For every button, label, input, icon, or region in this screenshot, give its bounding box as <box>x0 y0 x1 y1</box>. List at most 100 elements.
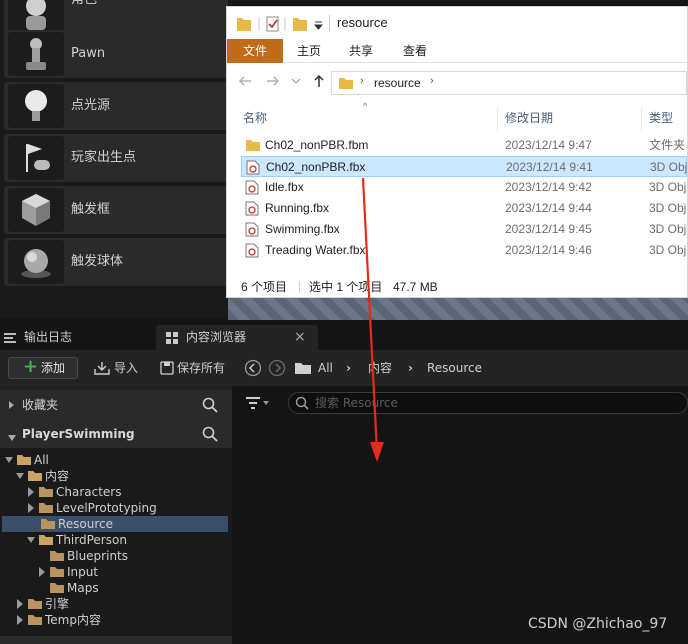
file-explorer-window: resource 文件 主页 共享 查看 › resource › ^ 名称 修… <box>226 6 688 298</box>
column-header-name[interactable]: 名称 <box>243 105 267 131</box>
tree-item[interactable]: 内容 <box>0 468 232 484</box>
tree-item-label: Maps <box>67 581 99 595</box>
filter-icon[interactable] <box>246 396 270 413</box>
explorer-address-row: › resource › <box>227 63 687 103</box>
content-browser-toolbar: + 添加 导入 保存所有 All › 内容 › Resource <box>0 350 688 386</box>
fbx-file-icon <box>245 222 259 240</box>
search-icon[interactable] <box>202 426 218 445</box>
tree-item[interactable]: Maps <box>0 580 232 596</box>
tree-item[interactable]: 引擎 <box>0 596 232 612</box>
status-bar: 6 个项目 选中 1 个项目 47.7 MB <box>227 275 687 299</box>
tab-content-browser[interactable]: 内容浏览器 × <box>156 325 318 350</box>
window-title: resource <box>337 15 388 30</box>
address-bar[interactable]: › resource › <box>331 71 687 95</box>
save-icon <box>160 361 174 378</box>
column-header-type[interactable]: 类型 <box>649 105 673 131</box>
up-arrow-icon[interactable] <box>311 73 327 92</box>
chevron-right-icon[interactable] <box>15 612 25 632</box>
tree-item[interactable]: LevelPrototyping <box>0 500 232 516</box>
ribbon-tab-view[interactable]: 查看 <box>391 39 439 63</box>
back-arrow-icon[interactable] <box>237 73 253 92</box>
file-date: 2023/12/14 9:41 <box>506 160 593 174</box>
log-icon <box>4 333 16 343</box>
tree-item-label: 内容 <box>45 469 70 483</box>
tab-output-log[interactable]: 输出日志 <box>0 325 152 350</box>
file-row[interactable]: Ch02_nonPBR.fbx 2023/12/14 9:41 3D Obj <box>241 156 687 177</box>
place-item-trigger-sphere[interactable]: 触发球体 <box>4 238 228 286</box>
forward-arrow-icon[interactable] <box>265 73 281 92</box>
tree-item[interactable]: Temp内容 <box>0 612 232 628</box>
tree-item[interactable]: Input <box>0 564 232 580</box>
place-item-trigger-box[interactable]: 触发框 <box>4 186 228 234</box>
collections-header[interactable] <box>0 636 232 644</box>
ribbon-tab-file[interactable]: 文件 <box>227 39 283 63</box>
close-icon[interactable]: × <box>294 325 306 350</box>
file-type: 文件夹 <box>649 138 686 152</box>
address-segment[interactable]: resource <box>374 72 421 94</box>
place-item-label: 触发框 <box>71 202 111 217</box>
file-name: Ch02_nonPBR.fbm <box>265 138 369 152</box>
chevron-right-icon[interactable]: › <box>430 75 434 87</box>
place-item-label: 点光源 <box>71 98 111 113</box>
place-actors-panel: 角色 ? Pawn 点光源 玩家出生点 触发框 触发球体 <box>0 0 232 318</box>
file-type: 3D Obj <box>649 201 687 215</box>
tree-item[interactable]: Characters <box>0 484 232 500</box>
save-all-button[interactable]: 保存所有 <box>177 350 225 386</box>
breadcrumb-all[interactable]: All <box>318 350 333 386</box>
file-row[interactable]: Swimming.fbx 2023/12/14 9:45 3D Obj <box>241 219 687 240</box>
file-row[interactable]: Running.fbx 2023/12/14 9:44 3D Obj <box>241 198 687 219</box>
quick-access-toolbar[interactable] <box>235 15 325 33</box>
add-button[interactable]: + 添加 <box>8 357 78 379</box>
trigger-sphere-icon <box>8 240 64 284</box>
history-back-icon[interactable] <box>244 359 262 380</box>
favorites-header[interactable]: 收藏夹 <box>0 390 232 420</box>
search-icon[interactable] <box>202 397 218 416</box>
plus-icon: + <box>23 356 39 377</box>
file-list: ^ 名称 修改日期 类型 Ch02_nonPBR.fbm 2023/12/14 9… <box>227 101 687 273</box>
tree-item-label: LevelPrototyping <box>56 501 157 515</box>
file-type: 3D Obj <box>650 160 688 174</box>
explorer-titlebar: resource <box>227 7 687 39</box>
file-date: 2023/12/14 9:44 <box>505 201 592 215</box>
sources-panel: 收藏夹 PlayerSwimming All 内容 Characters LevelP… <box>0 386 232 644</box>
tree-item-label: Temp内容 <box>45 613 101 627</box>
asset-search-input[interactable]: 搜索 Resource <box>288 392 688 414</box>
file-row[interactable]: Idle.fbx 2023/12/14 9:42 3D Obj <box>241 177 687 198</box>
place-item-point-light[interactable]: 点光源 <box>4 82 228 130</box>
breadcrumb-content[interactable]: 内容 <box>368 350 392 386</box>
import-button[interactable]: 导入 <box>114 350 138 386</box>
explorer-ribbon: 文件 主页 共享 查看 <box>227 39 687 63</box>
breadcrumb-resource[interactable]: Resource <box>427 350 482 386</box>
tree-item[interactable]: Resource <box>2 516 228 532</box>
file-name: Idle.fbx <box>265 180 304 194</box>
history-forward-icon[interactable] <box>268 359 286 380</box>
ribbon-tab-share[interactable]: 共享 <box>337 39 385 63</box>
favorites-label: 收藏夹 <box>22 398 59 412</box>
ribbon-tab-home[interactable]: 主页 <box>285 39 333 63</box>
add-button-label: 添加 <box>41 361 66 375</box>
project-header[interactable]: PlayerSwimming <box>0 420 232 448</box>
tree-item[interactable]: Blueprints <box>0 548 232 564</box>
tree-item-label: Characters <box>56 485 122 499</box>
file-name: Swimming.fbx <box>265 222 340 236</box>
tab-label: 输出日志 <box>24 330 73 344</box>
place-item-label: 角色 <box>71 0 97 12</box>
place-item-player-start[interactable]: 玩家出生点 <box>4 134 228 182</box>
tree-item-label: Resource <box>58 517 114 531</box>
place-item-label: Pawn <box>71 46 106 61</box>
file-row[interactable]: Ch02_nonPBR.fbm 2023/12/14 9:47 文件夹 <box>241 135 687 156</box>
column-divider <box>641 107 642 131</box>
fbx-file-icon <box>246 160 260 178</box>
tree-item[interactable]: ThirdPerson <box>0 532 232 548</box>
recent-dropdown-icon[interactable] <box>291 75 301 89</box>
file-name: Treading Water.fbx <box>265 243 366 257</box>
column-header-date[interactable]: 修改日期 <box>505 105 553 131</box>
status-divider <box>299 281 300 293</box>
file-date: 2023/12/14 9:45 <box>505 222 592 236</box>
place-item-pawn[interactable]: Pawn <box>4 30 228 78</box>
selected-count: 选中 1 个项目 <box>309 280 383 294</box>
search-placeholder: 搜索 Resource <box>315 396 398 410</box>
file-row[interactable]: Treading Water.fbx 2023/12/14 9:46 3D Obj <box>241 240 687 261</box>
fbx-file-icon <box>245 180 259 198</box>
tree-item[interactable]: All <box>0 452 232 468</box>
